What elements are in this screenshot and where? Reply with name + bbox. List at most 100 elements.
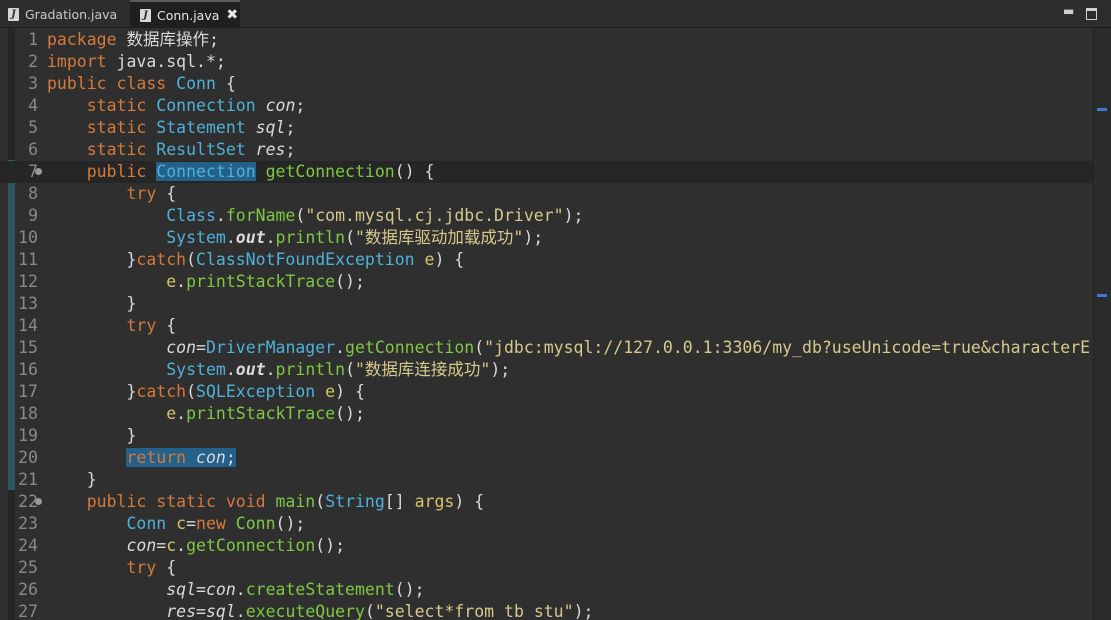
- code-token: getConnection: [345, 338, 475, 357]
- code-line[interactable]: 22 public static void main(String[] args…: [0, 491, 1093, 513]
- code-line[interactable]: 2 import java.sql.*;: [0, 51, 1093, 73]
- code-token: con: [205, 580, 236, 599]
- code-line[interactable]: 15 con=DriverManager.getConnection("jdbc…: [0, 337, 1093, 359]
- code-line[interactable]: 10 System.out.println("数据库驱动加载成功");: [0, 227, 1093, 249]
- code-line[interactable]: 27 res=sql.executeQuery("select*from tb_…: [0, 601, 1093, 620]
- code-text[interactable]: try {: [47, 557, 176, 579]
- code-token: con: [265, 96, 296, 115]
- code-token: "jdbc:mysql://127.0.0.1:3306/my_db?useUn…: [484, 338, 1091, 357]
- code-line[interactable]: 21 }: [0, 469, 1093, 491]
- ruler-marker[interactable]: [1097, 108, 1107, 111]
- code-token: (: [345, 228, 355, 247]
- overview-ruler[interactable]: [1093, 28, 1111, 620]
- code-line[interactable]: 16 System.out.println("数据库连接成功");: [0, 359, 1093, 381]
- code-token: .: [215, 206, 226, 225]
- code-text[interactable]: static ResultSet res;: [47, 139, 296, 161]
- code-line[interactable]: 3 public class Conn {: [0, 73, 1093, 95]
- code-editor[interactable]: 1 package 数据库操作; 2 import java.sql.*; 3 publi…: [0, 28, 1111, 620]
- line-number: 8: [28, 184, 38, 203]
- code-token: out: [235, 228, 266, 247]
- code-line[interactable]: 18 e.printStackTrace();: [0, 403, 1093, 425]
- code-line[interactable]: 11 }catch(ClassNotFoundException e) {: [0, 249, 1093, 271]
- code-line[interactable]: 4 static Connection con;: [0, 95, 1093, 117]
- code-line[interactable]: 25 try {: [0, 557, 1093, 579]
- line-number: 25: [18, 558, 38, 577]
- code-text[interactable]: static Statement sql;: [47, 117, 296, 139]
- code-text[interactable]: }: [47, 425, 136, 447]
- code-text[interactable]: sql=con.createStatement();: [47, 579, 424, 601]
- code-area[interactable]: 1 package 数据库操作; 2 import java.sql.*; 3 publi…: [0, 28, 1093, 620]
- code-line[interactable]: 8 try {: [0, 183, 1093, 205]
- code-text[interactable]: public static void main(String[] args) {: [47, 491, 484, 513]
- code-line[interactable]: 14 try {: [0, 315, 1093, 337]
- code-text[interactable]: static Connection con;: [47, 95, 306, 117]
- code-text[interactable]: e.printStackTrace();: [47, 403, 365, 425]
- code-text[interactable]: Class.forName("com.mysql.cj.jdbc.Driver"…: [47, 205, 583, 227]
- code-token: new: [196, 514, 226, 533]
- code-line[interactable]: 23 Conn c=new Conn();: [0, 513, 1093, 535]
- code-token: "com.mysql.cj.jdbc.Driver": [305, 206, 564, 225]
- code-text[interactable]: public class Conn {: [47, 73, 236, 95]
- code-token: try: [126, 184, 157, 203]
- code-text[interactable]: public Connection getConnection() {: [47, 161, 434, 183]
- code-text[interactable]: import java.sql.*;: [47, 51, 226, 73]
- code-line[interactable]: 7 public Connection getConnection() {: [0, 161, 1093, 183]
- code-token: println: [275, 228, 346, 247]
- tab-gradation-java[interactable]: J Gradation.java: [0, 0, 128, 28]
- code-line[interactable]: 5 static Statement sql;: [0, 117, 1093, 139]
- code-text[interactable]: return con;: [47, 447, 236, 469]
- code-token: .: [225, 228, 236, 247]
- code-line[interactable]: 26 sql=con.createStatement();: [0, 579, 1093, 601]
- code-token: ;: [295, 96, 306, 115]
- code-token: {: [215, 74, 236, 93]
- code-text[interactable]: try {: [47, 315, 176, 337]
- code-text[interactable]: System.out.println("数据库驱动加载成功");: [47, 227, 543, 249]
- code-text[interactable]: }catch(ClassNotFoundException e) {: [47, 249, 464, 271]
- code-line[interactable]: 13 }: [0, 293, 1093, 315]
- code-text[interactable]: res=sql.executeQuery("select*from tb_stu…: [47, 601, 593, 620]
- maximize-icon[interactable]: [1086, 8, 1097, 20]
- code-text[interactable]: con=DriverManager.getConnection("jdbc:my…: [47, 337, 1090, 359]
- code-text[interactable]: package 数据库操作;: [47, 29, 219, 51]
- code-text[interactable]: }: [47, 469, 97, 491]
- code-text[interactable]: Conn c=new Conn();: [47, 513, 305, 535]
- tab-conn-java[interactable]: J Conn.java ✖: [130, 0, 240, 28]
- code-token: =: [196, 338, 206, 357]
- code-line[interactable]: 9 Class.forName("com.mysql.cj.jdbc.Drive…: [0, 205, 1093, 227]
- fold-toggle-icon[interactable]: [35, 168, 42, 175]
- code-token: main: [275, 492, 316, 511]
- code-token: getConnection: [265, 162, 395, 181]
- code-text[interactable]: System.out.println("数据库连接成功");: [47, 359, 510, 381]
- code-line[interactable]: 6 static ResultSet res;: [0, 139, 1093, 161]
- minimize-icon[interactable]: ▬: [1063, 4, 1074, 18]
- line-number: 3: [28, 74, 38, 93]
- code-token: Conn: [235, 514, 276, 533]
- code-line[interactable]: 12 e.printStackTrace();: [0, 271, 1093, 293]
- code-line[interactable]: 17 }catch(SQLException e) {: [0, 381, 1093, 403]
- code-line[interactable]: 19 }: [0, 425, 1093, 447]
- code-token: args: [414, 492, 455, 511]
- code-token: ) {: [335, 382, 365, 401]
- code-line[interactable]: 24 con=c.getConnection();: [0, 535, 1093, 557]
- close-icon[interactable]: ✖: [226, 8, 238, 22]
- code-token: e: [424, 250, 435, 269]
- code-token: .: [335, 338, 346, 357]
- code-text[interactable]: e.printStackTrace();: [47, 271, 365, 293]
- code-token: "数据库连接成功": [355, 360, 491, 379]
- fold-toggle-icon[interactable]: [35, 498, 42, 505]
- code-text[interactable]: con=c.getConnection();: [47, 535, 345, 557]
- code-line[interactable]: 1 package 数据库操作;: [0, 29, 1093, 51]
- line-number: 13: [18, 294, 38, 313]
- ruler-marker[interactable]: [1097, 294, 1107, 297]
- code-token: e: [166, 272, 177, 291]
- code-line[interactable]: 20 return con;: [0, 447, 1093, 469]
- code-token: =: [196, 602, 206, 620]
- line-number: 11: [18, 250, 38, 269]
- code-text[interactable]: }: [47, 293, 136, 315]
- code-text[interactable]: try {: [47, 183, 176, 205]
- code-text[interactable]: }catch(SQLException e) {: [47, 381, 365, 403]
- code-token: =: [156, 536, 167, 555]
